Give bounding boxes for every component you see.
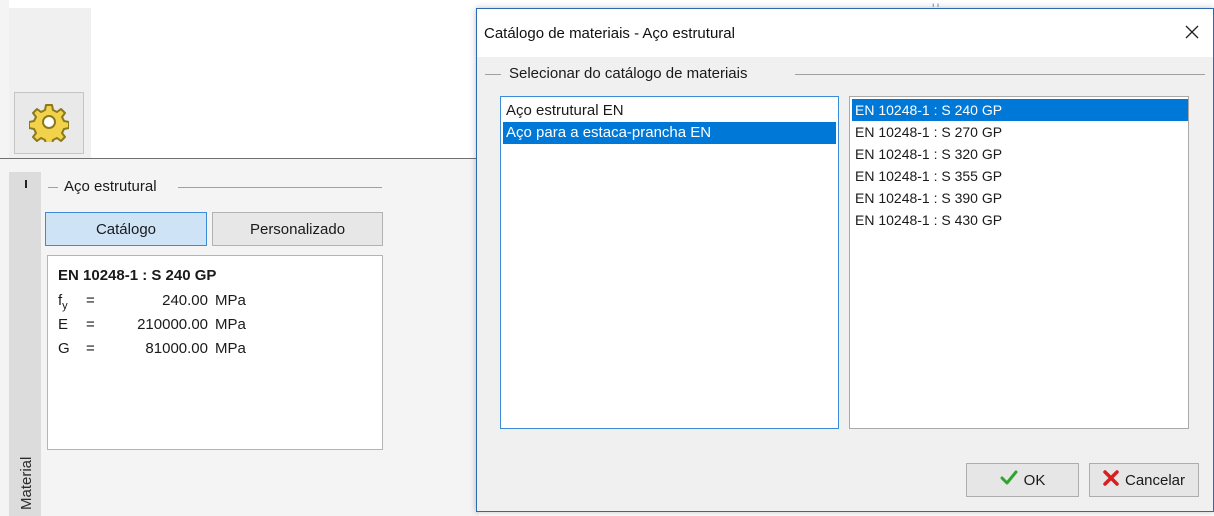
catalog-list[interactable]: Aço estrutural EN Aço para a estaca-pran… [500, 96, 839, 429]
vertical-tab-label: Material [18, 456, 35, 510]
settings-button[interactable] [14, 92, 84, 154]
property-value: 81000.00 [145, 340, 208, 357]
property-unit: MPa [215, 292, 246, 309]
dialog-titlebar: Catálogo de materiais - Aço estrutural [477, 9, 1213, 57]
custom-button-label: Personalizado [249, 220, 346, 238]
material-list-item[interactable]: EN 10248-1 : S 355 GP [852, 165, 1188, 187]
catalog-group: Selecionar do catálogo de materiais [485, 65, 1205, 83]
dialog-title: Catálogo de materiais - Aço estrutural [484, 25, 735, 42]
gear-icon [28, 102, 70, 146]
catalog-button[interactable]: Catálogo [45, 212, 207, 246]
property-row: E = 210000.00 MPa [58, 316, 246, 333]
material-list-item[interactable]: EN 10248-1 : S 390 GP [852, 187, 1188, 209]
property-unit: MPa [215, 316, 246, 333]
material-name: EN 10248-1 : S 240 GP [58, 267, 217, 284]
catalog-group-title: Selecionar do catálogo de materiais [509, 65, 748, 82]
property-row: G = 81000.00 MPa [58, 340, 246, 357]
property-row: fy = 240.00 MPa [58, 292, 246, 312]
property-unit: MPa [215, 340, 246, 357]
ok-button[interactable]: OK [966, 463, 1079, 497]
ok-label: OK [1023, 471, 1046, 489]
material-list-item[interactable]: EN 10248-1 : S 430 GP [852, 209, 1188, 231]
cancel-button[interactable]: Cancelar [1089, 463, 1199, 497]
vertical-tab-material[interactable]: Material [9, 172, 41, 516]
material-info-box: EN 10248-1 : S 240 GP fy = 240.00 MPa E … [47, 255, 383, 450]
cancel-x-icon [1103, 470, 1119, 490]
group-title: Aço estrutural [64, 178, 157, 195]
cancel-label: Cancelar [1124, 471, 1186, 489]
tab-marker [25, 180, 27, 188]
close-icon [1185, 25, 1199, 42]
material-list[interactable]: EN 10248-1 : S 240 GP EN 10248-1 : S 270… [849, 96, 1189, 429]
property-value: 210000.00 [137, 316, 208, 333]
property-value: 240.00 [162, 292, 208, 309]
app-left-strip [0, 0, 9, 516]
material-list-item[interactable]: EN 10248-1 : S 270 GP [852, 121, 1188, 143]
catalog-list-item[interactable]: Aço estrutural EN [503, 100, 836, 122]
material-list-item[interactable]: EN 10248-1 : S 320 GP [852, 143, 1188, 165]
group-steel: Aço estrutural [48, 178, 382, 196]
close-button[interactable] [1179, 21, 1205, 45]
catalog-button-label: Catálogo [95, 220, 157, 238]
material-list-item-selected[interactable]: EN 10248-1 : S 240 GP [852, 99, 1188, 121]
material-catalog-dialog: Catálogo de materiais - Aço estrutural S… [476, 8, 1214, 512]
catalog-list-item-selected[interactable]: Aço para a estaca-prancha EN [503, 122, 836, 144]
custom-button[interactable]: Personalizado [212, 212, 383, 246]
check-icon [1000, 470, 1018, 490]
